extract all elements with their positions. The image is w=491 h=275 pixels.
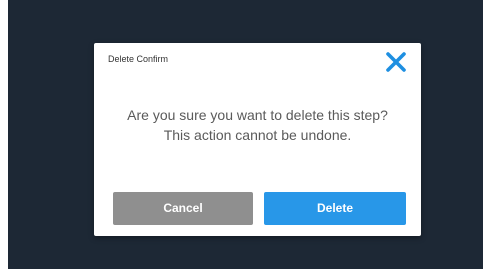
close-icon bbox=[386, 52, 406, 72]
close-button[interactable] bbox=[383, 49, 409, 75]
delete-confirm-dialog: Delete Confirm Are you sure you want to … bbox=[94, 43, 421, 236]
delete-button[interactable]: Delete bbox=[264, 192, 406, 225]
modal-backdrop: Delete Confirm Are you sure you want to … bbox=[8, 0, 483, 269]
confirm-message: Are you sure you want to delete this ste… bbox=[127, 107, 388, 143]
dialog-title: Delete Confirm bbox=[108, 54, 169, 64]
cancel-button[interactable]: Cancel bbox=[113, 192, 253, 225]
